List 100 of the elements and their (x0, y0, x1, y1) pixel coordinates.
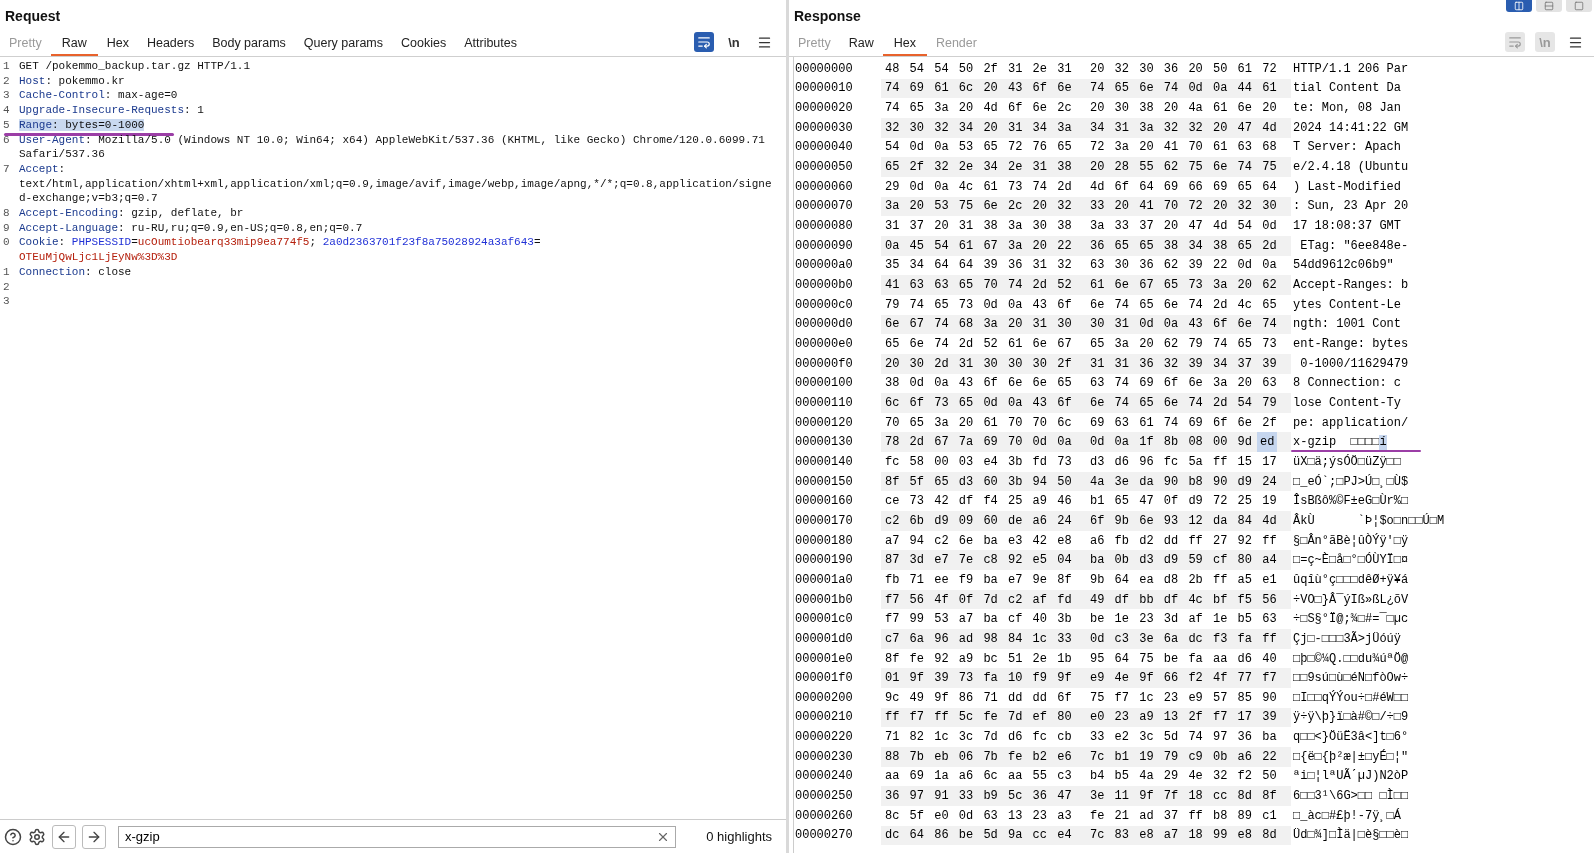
settings-icon[interactable] (28, 827, 46, 846)
code-line: Cookie: PHPSESSID=ucOumtiobearq33mip9ea774f5; 2a0d2363701f23f8a75028924a3af643= OTEuMjQwLjc1LjEyNw%3D%3D (19, 236, 542, 265)
hex-bytes: 88 7b eb 06 7b fe b2 e6 (885, 749, 1072, 764)
tab[interactable]: Raw (50, 36, 98, 56)
back-button[interactable] (52, 824, 76, 849)
tab[interactable]: Hex (106, 36, 129, 56)
panel-title: Request (5, 8, 61, 24)
hex-bytes: 35 34 64 64 39 36 31 32 (885, 258, 1072, 273)
hex-bytes: 3a 20 53 75 6e 2c 20 32 (885, 199, 1072, 214)
ascii-text: ÂkÙ `Þ¦$o□n□□Ú□M (1293, 513, 1445, 528)
ascii-text: □_àc□#£þ!-7ÿ¸□Á (1293, 808, 1402, 823)
ascii-text: T Server: Apach (1293, 140, 1402, 155)
tab[interactable]: Attributes (464, 36, 517, 56)
tab[interactable]: Body params (212, 36, 286, 56)
offset-cell-text: 00000110 (794, 396, 854, 410)
ascii-text: ngth: 1001 Cont (1293, 317, 1402, 332)
hex-bytes: aa 69 1a a6 6c aa 55 c3 (885, 769, 1072, 784)
offset-cell-text: 00000220 (794, 730, 854, 745)
hex-bytes: 7c b1 19 79 c9 0b a6 22 (1090, 749, 1277, 764)
offset-cell-text: 000001c0 (794, 612, 854, 627)
line-number: 3 (2, 294, 11, 309)
line-number: 2 (2, 73, 11, 89)
ascii-text: tial Content Da (1293, 81, 1402, 96)
offset-cell-text: 00000140 (794, 454, 854, 469)
offset-cell-text: 00000180 (794, 533, 854, 548)
hex-bytes: ce 73 42 df f4 25 a9 46 (885, 494, 1072, 509)
hex-bytes: 6e 74 65 6e 74 2d 4c 65 (1090, 297, 1277, 312)
hex-bytes: fe 21 ad 37 ff b8 89 c1 (1090, 808, 1277, 823)
line-number: 1 (2, 264, 11, 280)
ascii-text: lose Content-Ty (1293, 396, 1402, 410)
hex-bytes: 6e 67 74 68 3a 20 31 30 (885, 317, 1072, 332)
tab[interactable]: Raw (848, 36, 874, 56)
hex-bytes: 36 97 91 33 b9 5c 36 47 (885, 789, 1072, 804)
hex-bytes: fb 71 ee f9 ba e7 9e 8f (885, 572, 1072, 587)
hex-bytes: 6c 6f 73 65 0d 0a 43 6f (885, 396, 1072, 410)
offset-cell-text: 00000030 (794, 120, 854, 135)
ascii-text: 6□□3¹\6G>□□ □Ì□□ (1293, 789, 1409, 804)
hex-bytes: 20 28 55 62 75 6e 74 75 (1090, 160, 1277, 175)
code-line: Cache-Control: max-age=0 (19, 89, 178, 102)
hex-bytes: 69 63 61 74 69 6f 6e 2f (1090, 415, 1277, 430)
hex-bytes: 6f 9b 6e 93 12 da 84 4d (1090, 513, 1277, 528)
square-icon (1574, 1, 1584, 11)
hex-bytes: a7 94 c2 6e ba e3 42 e8 (885, 533, 1072, 548)
search-field[interactable]: x-gzip (118, 825, 676, 848)
offset-cell-text: 00000190 (794, 553, 854, 568)
ascii-text: □I□□qÝÝou÷□#éW□□ (1293, 690, 1409, 705)
tab[interactable]: Headers (146, 36, 195, 56)
offset-cell-text: 000001a0 (794, 572, 854, 587)
layout-button[interactable] (1506, 0, 1532, 12)
hex-bytes: 70 65 3a 20 61 70 70 6c (885, 415, 1072, 430)
hex-bytes: 72 3a 20 41 70 61 63 68 (1090, 140, 1277, 155)
wrap-button[interactable] (694, 32, 714, 52)
hex-bytes: 54 0d 0a 53 65 72 76 65 (885, 140, 1072, 155)
hex-bytes: 0d 0a 1f 8b 08 00 9d (1090, 435, 1253, 450)
hex-bytes: 01 9f 39 73 fa 10 f9 9f (885, 671, 1072, 686)
code-line: Upgrade-Insecure-Requests: 1 (19, 104, 204, 117)
tab[interactable]: Hex (882, 36, 927, 56)
ascii-text: üX□ä;ýsÓÖ□üZÿ□□ (1293, 454, 1402, 469)
hex-bytes: c2 6b d9 09 60 de a6 24 (885, 513, 1072, 528)
forward-button[interactable] (82, 824, 106, 849)
offset-cell-text: 00000000 (794, 61, 854, 76)
hex-bytes: 7c 83 e8 a7 18 99 e8 8d (1090, 828, 1277, 843)
offset-cell-text: 00000070 (794, 199, 854, 214)
ascii-text: ÎsBßô%©F±eG□Ùr%□ (1293, 494, 1409, 509)
offset-cell-text: 00000050 (794, 160, 854, 175)
offset-cell-text: 00000230 (794, 749, 854, 764)
tab[interactable]: Cookies (401, 36, 447, 56)
offset-cell-text: 000001b0 (794, 592, 854, 607)
offset-cell-text: 00000210 (794, 710, 854, 725)
offset-cell-text: 00000020 (794, 101, 854, 116)
offset-cell-text: 000000c0 (794, 297, 854, 312)
hex-bytes: e9 4e 9f 66 f2 4f 77 f7 (1090, 671, 1277, 686)
wrap-icon (1508, 35, 1522, 49)
offset-cell-text: 000001f0 (794, 671, 854, 686)
offset-cell-text: 000000d0 (794, 317, 854, 332)
offset-cell-text: 00000040 (794, 140, 854, 155)
hex-bytes: 65 3a 20 62 79 74 65 73 (1090, 337, 1277, 351)
hex-bytes: 8f fe 92 a9 bc 51 2e 1b (885, 651, 1072, 666)
tab[interactable]: Query params (303, 36, 383, 56)
ascii-text: §□Ân°ãBè¦ûÒÝÿ'□ÿ (1293, 533, 1409, 548)
hex-bytes: 87 3d e7 7e c8 92 e5 04 (885, 553, 1072, 568)
offset-cell-text: 00000130 (794, 435, 854, 450)
hex-bytes: 31 31 36 32 39 34 37 39 (1090, 356, 1277, 371)
hex-bytes: b4 b5 4a 29 4e 32 f2 50 (1090, 769, 1277, 784)
help-icon[interactable] (4, 827, 22, 846)
hex-bytes: 31 37 20 31 38 3a 30 38 (885, 219, 1072, 234)
ascii-text: ) Last-Modified (1293, 179, 1402, 194)
hex-bytes: 20 32 30 36 20 50 61 72 (1090, 61, 1277, 76)
ascii-text: e/2.4.18 (Ubuntu (1293, 160, 1409, 175)
newline-button[interactable]: \n (724, 32, 744, 52)
selected-byte[interactable]: ed (1257, 432, 1278, 453)
selected-char[interactable]: í (1379, 434, 1387, 450)
ascii-text: Çj□-□□□3Ã>jÜóúÿ (1293, 631, 1402, 646)
line-number: 6 (2, 132, 11, 148)
columns-icon (1514, 1, 1524, 11)
offset-cell-text: 00000250 (794, 789, 854, 804)
hex-bytes: 74 69 61 6c 20 43 6f 6e (885, 81, 1072, 96)
offset-cell-text: 00000260 (794, 808, 854, 823)
ascii-text: ÷□S§°Ï@;¾□#=¯□µc (1293, 612, 1409, 627)
offset-cell-text: 00000240 (794, 769, 854, 784)
